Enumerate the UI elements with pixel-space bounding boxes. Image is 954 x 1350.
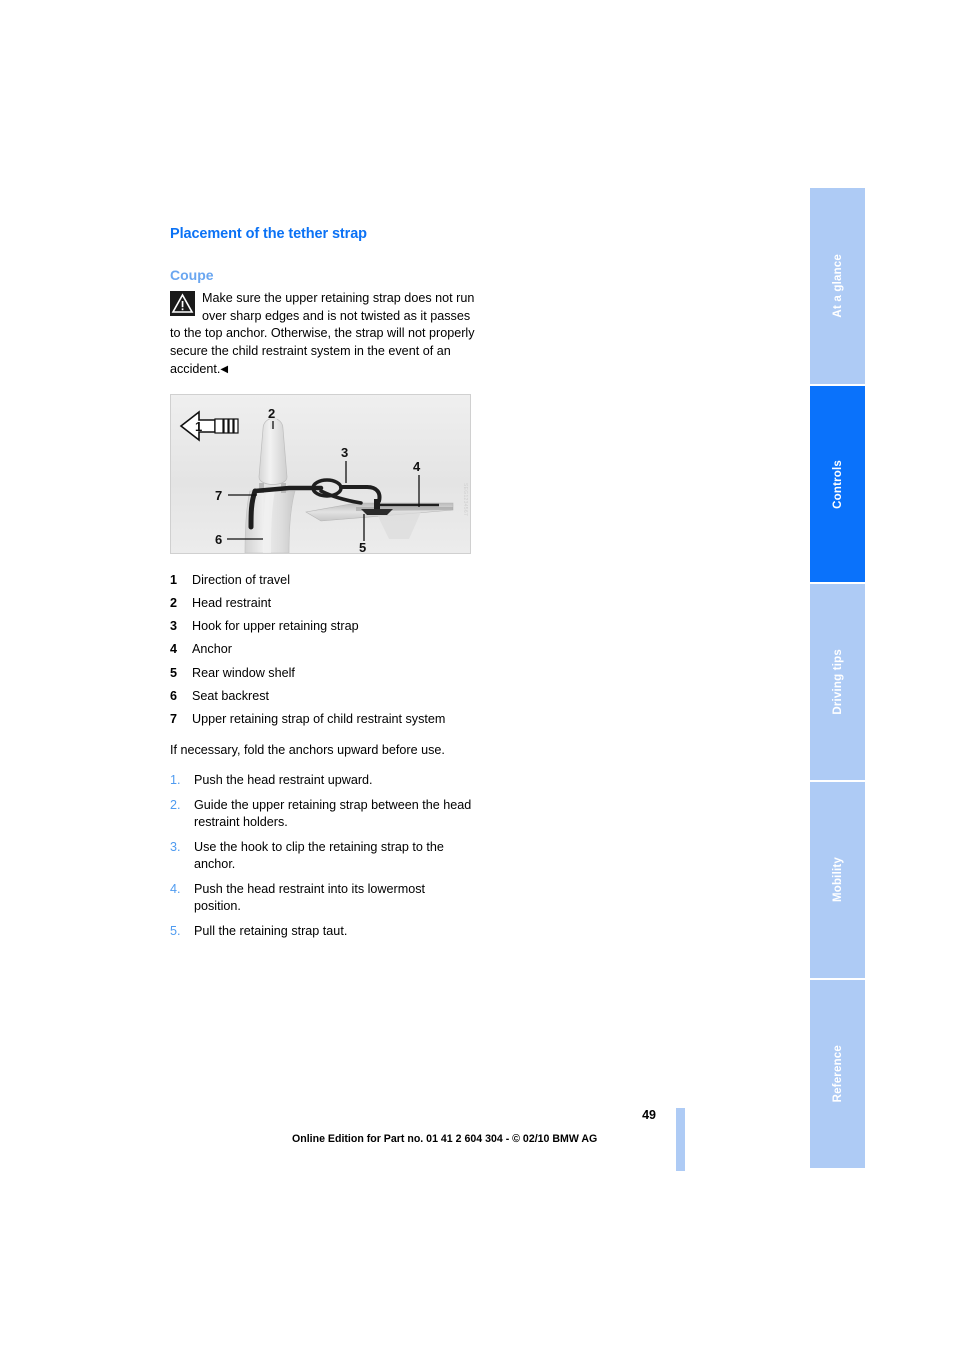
page-title: Placement of the tether strap: [170, 226, 367, 242]
tab-label: Reference: [831, 1045, 844, 1103]
footer-note: Online Edition for Part no. 01 41 2 604 …: [292, 1133, 598, 1145]
subsection-title: Coupe: [170, 267, 214, 284]
tether-strap-illustration: 1 2 3 4 5 6 7 SEG1234567: [170, 394, 471, 555]
page-number: 49: [642, 1108, 656, 1122]
legend-label: Direction of travel: [192, 573, 290, 588]
step-number: 4.: [170, 881, 181, 896]
legend-number: 4: [170, 642, 178, 657]
legend-number: 3: [170, 619, 178, 634]
step-number: 5.: [170, 924, 181, 939]
svg-text:2: 2: [268, 406, 275, 421]
step-text: Push the head restraint into its lowermo…: [194, 881, 425, 914]
step-text: Push the head restraint upward.: [194, 772, 373, 787]
legend-label: Head restraint: [192, 596, 272, 611]
figure-reference-code: SEG1234567: [462, 483, 468, 517]
tab-label: At a glance: [831, 254, 844, 318]
list-item: 6 Seat backrest: [170, 688, 475, 706]
tab-at-a-glance[interactable]: At a glance: [810, 188, 865, 384]
svg-text:3: 3: [341, 445, 348, 460]
content-column: Placement of the tether strap Coupe Make…: [170, 226, 475, 948]
svg-text:6: 6: [215, 532, 222, 547]
list-item: 2. Guide the upper retaining strap betwe…: [170, 797, 475, 832]
page-footer: 49 Online Edition for Part no. 01 41 2 6…: [0, 1108, 954, 1188]
svg-text:7: 7: [215, 488, 222, 503]
list-item: 4. Push the head restraint into its lowe…: [170, 881, 475, 916]
legend-number: 5: [170, 665, 178, 680]
legend-label: Hook for upper retaining strap: [192, 619, 359, 634]
warning-block: Make sure the upper retaining strap does…: [170, 290, 475, 378]
step-text: Pull the retaining strap taut.: [194, 924, 348, 939]
instruction-steps: 1. Push the head restraint upward. 2. Gu…: [170, 772, 475, 941]
list-item: 3. Use the hook to clip the retaining st…: [170, 839, 475, 874]
manual-page: Placement of the tether strap Coupe Make…: [0, 0, 954, 1350]
list-item: 2 Head restraint: [170, 595, 475, 613]
list-item: 7 Upper retaining strap of child restrai…: [170, 711, 475, 729]
note-paragraph: If necessary, fold the anchors upward be…: [170, 743, 445, 758]
list-item: 1 Direction of travel: [170, 572, 475, 590]
svg-text:1: 1: [195, 419, 202, 434]
tab-mobility[interactable]: Mobility: [810, 782, 865, 978]
legend-number: 6: [170, 688, 178, 703]
tab-label: Mobility: [831, 857, 844, 903]
list-item: 1. Push the head restraint upward.: [170, 772, 475, 790]
legend-number: 7: [170, 711, 178, 726]
section-tab-rail: At a glance Controls Driving tips Mobili…: [810, 188, 865, 1168]
tab-label: Controls: [831, 459, 844, 509]
legend-label: Rear window shelf: [192, 665, 295, 680]
tab-controls[interactable]: Controls: [810, 386, 865, 582]
legend-label: Upper retaining strap of child restraint…: [192, 711, 446, 726]
warning-end-marker: ◀: [220, 363, 228, 375]
legend-number: 1: [170, 573, 178, 588]
step-number: 1.: [170, 772, 181, 787]
legend-number: 2: [170, 596, 178, 611]
svg-text:5: 5: [359, 540, 366, 553]
list-item: 5. Pull the retaining strap taut.: [170, 923, 475, 941]
tab-driving-tips[interactable]: Driving tips: [810, 584, 865, 780]
warning-text: Make sure the upper retaining strap does…: [170, 291, 475, 376]
tab-label: Driving tips: [831, 649, 844, 715]
legend-label: Seat backrest: [192, 688, 270, 703]
step-text: Use the hook to clip the retaining strap…: [194, 839, 444, 872]
step-number: 2.: [170, 797, 181, 812]
list-item: 4 Anchor: [170, 641, 475, 659]
svg-text:4: 4: [413, 459, 421, 474]
list-item: 3 Hook for upper retaining strap: [170, 618, 475, 636]
list-item: 5 Rear window shelf: [170, 665, 475, 683]
warning-triangle-icon: [170, 291, 195, 317]
step-number: 3.: [170, 839, 181, 854]
page-edge-marker: [676, 1108, 685, 1171]
step-text: Guide the upper retaining strap between …: [194, 797, 472, 830]
legend-label: Anchor: [192, 642, 232, 657]
figure-legend: 1 Direction of travel 2 Head restraint 3…: [170, 572, 475, 728]
